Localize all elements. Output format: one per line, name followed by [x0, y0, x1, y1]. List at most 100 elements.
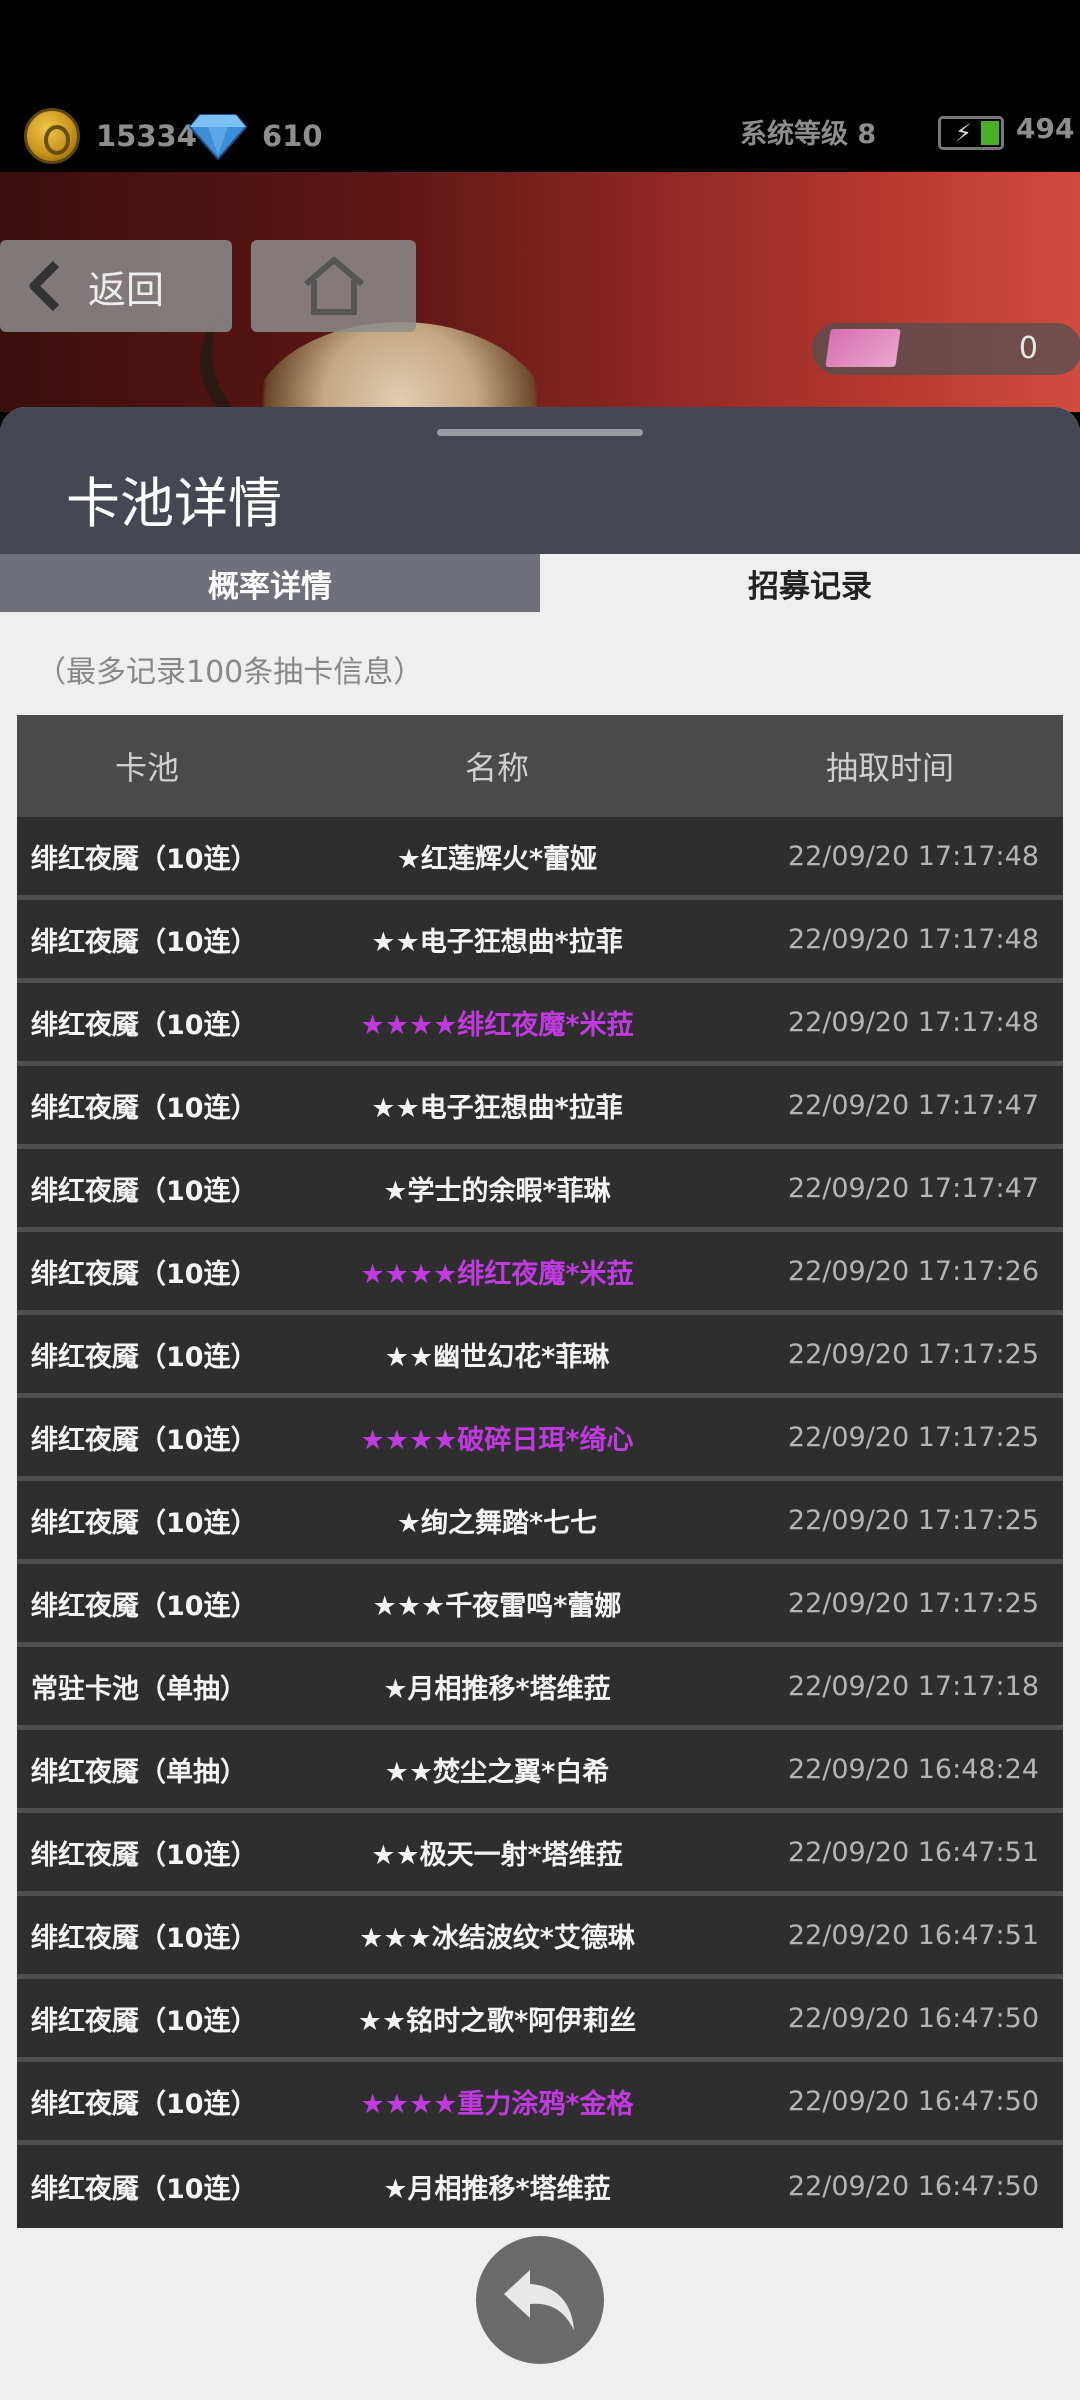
- back-button[interactable]: 返回: [0, 240, 232, 332]
- home-icon: [303, 257, 364, 315]
- records-table: 卡池 名称 抽取时间 绯红夜魇（10连） ★红莲辉火*蕾娅 22/09/20 17:…: [17, 715, 1063, 2228]
- time-cell: 22/09/20 17:17:25: [787, 1421, 1039, 1453]
- table-row: 绯红夜魇（10连） ★红莲辉火*蕾娅 22/09/20 17:17:48: [17, 817, 1063, 900]
- gem-value: 610: [262, 119, 323, 153]
- table-row: 绯红夜魇（10连） ★★★★绯红夜魔*米菈 22/09/20 17:17:26: [17, 1232, 1063, 1315]
- table-row: 绯红夜魇（10连） ★★★冰结波纹*艾德琳 22/09/20 16:47:51: [17, 1896, 1063, 1979]
- name-cell: ★★★★破碎日珥*绮心: [360, 1424, 634, 1456]
- time-cell: 22/09/20 17:17:25: [787, 1338, 1039, 1370]
- name-cell: ★月相推移*塔维菈: [383, 1673, 611, 1705]
- sheet-header: 卡池详情: [0, 407, 1080, 554]
- gem-icon: [188, 114, 248, 161]
- pool-cell: 绯红夜魇（10连）: [31, 1009, 258, 1041]
- pool-cell: 绯红夜魇（10连）: [31, 1922, 258, 1954]
- record-limit-note: （最多记录100条抽卡信息）: [36, 655, 424, 690]
- chevron-left-icon: [29, 260, 60, 312]
- sheet-grabber[interactable]: [437, 429, 643, 436]
- time-cell: 22/09/20 17:17:48: [787, 840, 1039, 872]
- time-cell: 22/09/20 17:17:48: [787, 1006, 1039, 1038]
- pool-cell: 绯红夜魇（10连）: [31, 1341, 258, 1373]
- name-cell: ★★极天一射*塔维菈: [371, 1839, 623, 1871]
- tab-bar: 概率详情 招募记录: [0, 554, 1080, 612]
- name-cell: ★★★★绯红夜魔*米菈: [360, 1009, 634, 1041]
- table-row: 绯红夜魇（10连） ★学士的余暇*菲琳 22/09/20 17:17:47: [17, 1149, 1063, 1232]
- name-cell: ★学士的余暇*菲琳: [383, 1175, 611, 1207]
- name-cell: ★★电子狂想曲*拉菲: [371, 1092, 623, 1124]
- table-row: 绯红夜魇（10连） ★★★★破碎日珥*绮心 22/09/20 17:17:25: [17, 1398, 1063, 1481]
- table-row: 绯红夜魇（10连） ★月相推移*塔维菈 22/09/20 16:47:50: [17, 2145, 1063, 2228]
- ticket-icon: [825, 329, 901, 367]
- table-row: 常驻卡池（单抽） ★月相推移*塔维菈 22/09/20 17:17:18: [17, 1647, 1063, 1730]
- name-cell: ★★电子狂想曲*拉菲: [371, 926, 623, 958]
- return-arrow-icon: [504, 2270, 574, 2330]
- table-row: 绯红夜魇（10连） ★★电子狂想曲*拉菲 22/09/20 17:17:47: [17, 1066, 1063, 1149]
- time-cell: 22/09/20 16:47:50: [787, 2171, 1039, 2202]
- ticket-counter: 0: [812, 323, 1080, 375]
- pool-cell: 绯红夜魇（10连）: [31, 926, 258, 958]
- time-cell: 22/09/20 16:47:51: [787, 1836, 1039, 1868]
- home-button[interactable]: [251, 240, 416, 332]
- gem-counter: 610: [188, 108, 323, 164]
- time-cell: 22/09/20 16:47:51: [787, 1919, 1039, 1951]
- table-row: 绯红夜魇（10连） ★★★千夜雷鸣*蕾娜 22/09/20 17:17:25: [17, 1564, 1063, 1647]
- pool-cell: 绯红夜魇（10连）: [31, 2005, 258, 2037]
- name-cell: ★绚之舞踏*七七: [396, 1507, 598, 1539]
- header-name: 名称: [464, 749, 529, 787]
- name-cell: ★红莲辉火*蕾娅: [396, 843, 598, 875]
- time-cell: 22/09/20 17:17:47: [787, 1089, 1039, 1121]
- table-row: 绯红夜魇（单抽） ★★焚尘之翼*白希 22/09/20 16:48:24: [17, 1730, 1063, 1813]
- pool-cell: 绯红夜魇（10连）: [31, 1092, 258, 1124]
- battery-icon: ⚡: [938, 116, 1004, 150]
- pool-cell: 绯红夜魇（10连）: [31, 1258, 258, 1290]
- table-row: 绯红夜魇（10连） ★★★★重力涂鸦*金格 22/09/20 16:47:50: [17, 2062, 1063, 2145]
- pool-cell: 绯红夜魇（10连）: [31, 1590, 258, 1622]
- name-cell: ★★★★绯红夜魔*米菈: [360, 1258, 634, 1290]
- time-cell: 22/09/20 17:17:18: [787, 1670, 1039, 1702]
- coin-icon: [24, 108, 80, 164]
- sheet-title: 卡池详情: [66, 472, 282, 535]
- top-resource-bar: 15334 610 系统等级 8 ⚡ 494: [0, 0, 1080, 172]
- tab-recruit-records[interactable]: 招募记录: [540, 554, 1080, 612]
- time-cell: 22/09/20 16:48:24: [787, 1753, 1039, 1785]
- pool-cell: 绯红夜魇（10连）: [31, 1507, 258, 1539]
- name-cell: ★★铭时之歌*阿伊莉丝: [357, 2005, 637, 2037]
- system-level: 系统等级 8: [740, 119, 877, 150]
- time-cell: 22/09/20 17:17:25: [787, 1504, 1039, 1536]
- header-pool: 卡池: [114, 749, 179, 787]
- name-cell: ★月相推移*塔维菈: [383, 2174, 611, 2205]
- pool-cell: 绯红夜魇（10连）: [31, 2088, 258, 2120]
- energy-value: 494: [1016, 112, 1075, 145]
- pool-cell: 常驻卡池（单抽）: [31, 1673, 247, 1705]
- time-cell: 22/09/20 16:47:50: [787, 2002, 1039, 2034]
- pool-cell: 绯红夜魇（单抽）: [31, 1756, 247, 1788]
- header-time: 抽取时间: [825, 749, 954, 787]
- back-button-label: 返回: [88, 267, 165, 312]
- time-cell: 22/09/20 17:17:47: [787, 1172, 1039, 1204]
- table-header: 卡池 名称 抽取时间: [17, 715, 1063, 817]
- time-cell: 22/09/20 16:47:50: [787, 2085, 1039, 2117]
- coin-value: 15334: [96, 119, 197, 153]
- coin-counter: 15334: [24, 108, 197, 164]
- table-row: 绯红夜魇（10连） ★★极天一射*塔维菈 22/09/20 16:47:51: [17, 1813, 1063, 1896]
- table-row: 绯红夜魇（10连） ★★电子狂想曲*拉菲 22/09/20 17:17:48: [17, 900, 1063, 983]
- pool-cell: 绯红夜魇（10连）: [31, 1424, 258, 1456]
- name-cell: ★★★★重力涂鸦*金格: [360, 2088, 634, 2120]
- return-button[interactable]: [476, 2236, 604, 2364]
- tab-probability[interactable]: 概率详情: [0, 554, 540, 612]
- pool-cell: 绯红夜魇（10连）: [31, 2174, 258, 2205]
- table-body[interactable]: 绯红夜魇（10连） ★红莲辉火*蕾娅 22/09/20 17:17:48 绯红夜魇（1…: [17, 817, 1063, 2228]
- name-cell: ★★幽世幻花*菲琳: [384, 1341, 610, 1373]
- name-cell: ★★焚尘之翼*白希: [384, 1756, 610, 1788]
- pool-cell: 绯红夜魇（10连）: [31, 1839, 258, 1871]
- pool-cell: 绯红夜魇（10连）: [31, 843, 258, 875]
- pool-cell: 绯红夜魇（10连）: [31, 1175, 258, 1207]
- time-cell: 22/09/20 17:17:26: [787, 1255, 1039, 1287]
- table-row: 绯红夜魇（10连） ★绚之舞踏*七七 22/09/20 17:17:25: [17, 1481, 1063, 1564]
- time-cell: 22/09/20 17:17:48: [787, 923, 1039, 955]
- ticket-value: 0: [1018, 331, 1038, 366]
- name-cell: ★★★冰结波纹*艾德琳: [359, 1922, 635, 1954]
- table-row: 绯红夜魇（10连） ★★铭时之歌*阿伊莉丝 22/09/20 16:47:50: [17, 1979, 1063, 2062]
- name-cell: ★★★千夜雷鸣*蕾娜: [372, 1590, 622, 1622]
- time-cell: 22/09/20 17:17:25: [787, 1587, 1039, 1619]
- pool-detail-sheet: 卡池详情 概率详情 招募记录 （最多记录100条抽卡信息） 卡池 名称 抽取时间…: [0, 407, 1080, 2400]
